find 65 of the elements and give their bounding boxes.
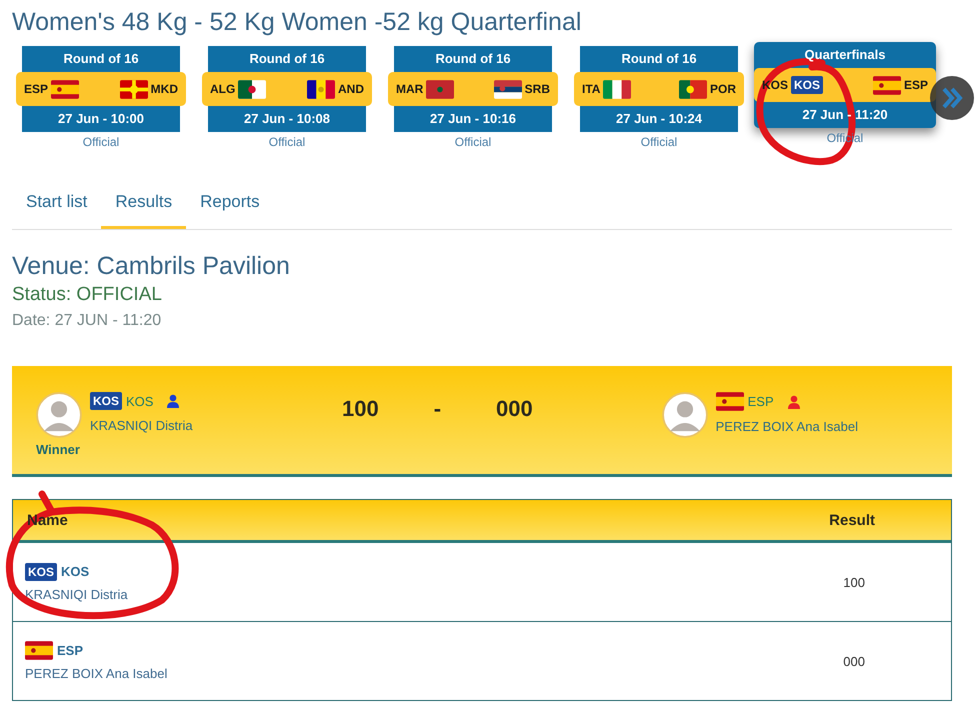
tab[interactable]: Results [101, 178, 186, 229]
date-text: Date: 27 JUN - 11:20 [12, 312, 162, 330]
flag-icon [678, 80, 707, 98]
venue-heading: Venue: Cambrils Pavilion [12, 251, 291, 282]
athlete-name: PEREZ BOIX Ana Isabel [25, 666, 168, 681]
result-cell: 000 [843, 654, 865, 668]
avatar [662, 392, 708, 438]
round-label: Round of 16 [620, 50, 698, 68]
country-code: ESP [904, 78, 928, 92]
match-time: 27 Jun - 10:16 [429, 110, 517, 128]
country-code: ALG [210, 82, 236, 96]
flag-icon [238, 80, 266, 98]
country-badge: KOS [90, 392, 122, 410]
country-code: KOS [61, 564, 90, 579]
flag-icon [494, 80, 522, 98]
country-code: ESP [24, 82, 48, 96]
flag-icon [716, 392, 744, 411]
winner-label: Winner [36, 442, 81, 457]
country-code: ESP [748, 394, 774, 409]
country-code: AND [338, 82, 364, 96]
score-text: 000 [496, 396, 533, 422]
athlete-name: KRASNIQI Distria [90, 418, 193, 433]
match-card[interactable]: Round of 16 ALG AND 27 Jun - 10:08 [202, 46, 372, 132]
country-code: MKD [150, 82, 178, 96]
next-arrow-button[interactable] [930, 76, 974, 120]
country-code: POR [710, 82, 736, 96]
tab[interactable]: Reports [186, 178, 274, 229]
status-text: Status: OFFICIAL [12, 284, 163, 306]
score-text: 100 [342, 396, 379, 422]
athlete-name: PEREZ BOIX Ana Isabel [716, 419, 858, 434]
avatar [36, 392, 82, 438]
match-status: Official [268, 135, 306, 149]
match-status: Official [454, 135, 492, 149]
round-label: Round of 16 [434, 50, 512, 68]
match-card[interactable]: Round of 16 ITA POR 27 Jun - 10:24 [574, 46, 744, 132]
match-time: 27 Jun - 10:08 [243, 110, 331, 128]
flag-icon [872, 76, 901, 94]
flag-icon [307, 80, 335, 98]
column-header: Result [829, 512, 875, 528]
page-title: Women's 48 Kg - 52 Kg Women -52 kg Quarterfinal [12, 7, 582, 38]
country-badge: KOS [25, 562, 58, 580]
match-time: 27 Jun - 10:24 [615, 110, 703, 128]
country-code: ITA [582, 82, 600, 96]
flag-icon [603, 80, 632, 98]
match-card[interactable]: Round of 16 MAR SRB 27 Jun - 10:16 [388, 46, 558, 132]
country-code: KOS [126, 394, 154, 408]
tab[interactable]: Start list [12, 178, 102, 229]
score-text: - [434, 396, 442, 422]
country-badge: KOS [791, 76, 824, 94]
round-label: Round of 16 [62, 50, 140, 68]
flag-icon [25, 641, 53, 660]
result-cell: 100 [843, 574, 865, 590]
flag-icon [120, 80, 148, 98]
match-card[interactable]: Round of 16 ESP MKD 27 Jun - 10:00 [16, 46, 186, 132]
match-status: Official [640, 135, 678, 149]
country-code: SRB [524, 82, 550, 96]
athlete-name: KRASNIQI Distria [25, 586, 128, 602]
country-code: MAR [396, 82, 424, 96]
country-code: ESP [57, 643, 84, 658]
flag-icon [426, 80, 454, 98]
match-status: Official [82, 135, 120, 149]
match-time: 27 Jun - 10:00 [57, 110, 145, 128]
round-label: Quarterfinals [804, 46, 886, 64]
flag-icon [51, 80, 80, 98]
round-label: Round of 16 [248, 50, 326, 68]
